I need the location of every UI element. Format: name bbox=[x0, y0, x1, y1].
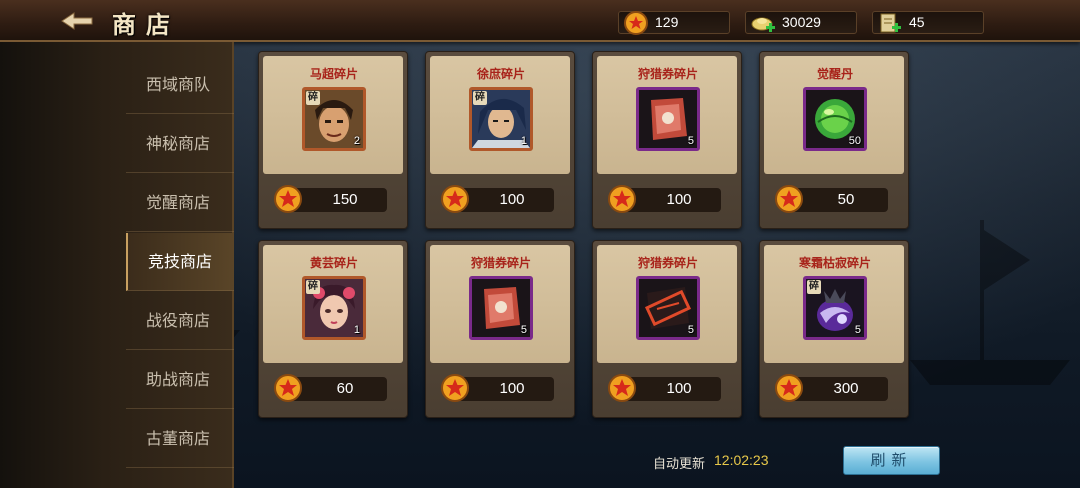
item-icon-frame: 5 bbox=[469, 276, 533, 340]
back-arrow-icon[interactable] bbox=[60, 9, 94, 33]
item-icon-frame: 5 bbox=[636, 87, 700, 151]
item-price: 300 bbox=[790, 377, 888, 401]
gold-coin-icon bbox=[441, 374, 469, 402]
gold-coin-icon bbox=[274, 185, 302, 213]
shop-item-card[interactable]: 徐庶碎片 碎 1 100 bbox=[425, 51, 575, 229]
item-icon-frame: 碎 1 bbox=[302, 276, 366, 340]
item-price: 150 bbox=[289, 188, 387, 212]
stamina-value: 45 bbox=[909, 14, 925, 30]
item-name: 寒霜枯寂碎片 bbox=[798, 256, 871, 270]
item-name: 马超碎片 bbox=[309, 67, 358, 81]
shop-item-card[interactable]: 黄芸碎片 碎 1 60 bbox=[258, 240, 408, 418]
gold-coin-icon bbox=[608, 185, 636, 213]
top-bar: 商店 129 30029 45 bbox=[0, 0, 1080, 42]
silver-resource: 30029 bbox=[745, 11, 857, 34]
item-name: 狩猎券碎片 bbox=[637, 67, 698, 81]
refresh-countdown: 12:02:23 bbox=[714, 452, 769, 468]
sidebar-item-campaign-shop[interactable]: 战役商店 bbox=[126, 292, 234, 350]
stamina-scroll-plus-icon[interactable] bbox=[877, 10, 903, 36]
shop-item-card[interactable]: 马超碎片 碎 2 150 bbox=[258, 51, 408, 229]
item-quantity: 5 bbox=[687, 135, 694, 147]
shop-item-card[interactable]: 狩猎券碎片 5 100 bbox=[592, 240, 742, 418]
gold-coin-icon bbox=[624, 11, 648, 35]
shop-item-card[interactable]: 觉醒丹 50 50 bbox=[759, 51, 909, 229]
sidebar-item-antique-shop[interactable]: 古董商店 bbox=[126, 410, 234, 468]
ship-silhouette-right-icon bbox=[910, 220, 1070, 385]
refresh-button[interactable]: 刷新 bbox=[843, 446, 940, 475]
item-price: 100 bbox=[623, 377, 721, 401]
item-icon-frame: 碎 1 bbox=[469, 87, 533, 151]
gold-coin-icon bbox=[608, 374, 636, 402]
item-icon-frame: 5 bbox=[636, 276, 700, 340]
item-quantity: 5 bbox=[687, 324, 694, 336]
sidebar-item-western-caravan[interactable]: 西域商队 bbox=[126, 56, 234, 114]
silver-value: 30029 bbox=[782, 14, 821, 30]
item-price: 60 bbox=[289, 377, 387, 401]
item-name: 黄芸碎片 bbox=[309, 256, 358, 270]
item-quantity: 1 bbox=[520, 135, 527, 147]
fragment-tag: 碎 bbox=[473, 91, 487, 105]
item-icon-frame: 碎 2 bbox=[302, 87, 366, 151]
item-price: 50 bbox=[790, 188, 888, 212]
item-name: 狩猎券碎片 bbox=[637, 256, 698, 270]
gold-coin-icon bbox=[775, 185, 803, 213]
item-quantity: 5 bbox=[520, 324, 527, 336]
item-quantity: 1 bbox=[353, 324, 360, 336]
gold-resource: 129 bbox=[618, 11, 730, 35]
shop-item-card[interactable]: 狩猎券碎片 5 100 bbox=[592, 51, 742, 229]
sidebar-item-support-shop[interactable]: 助战商店 bbox=[126, 351, 234, 409]
sidebar-item-mystery-shop[interactable]: 神秘商店 bbox=[126, 115, 234, 173]
item-price: 100 bbox=[456, 377, 554, 401]
gold-coin-icon bbox=[775, 374, 803, 402]
fragment-tag: 碎 bbox=[306, 91, 320, 105]
gold-coin-icon bbox=[274, 374, 302, 402]
sidebar-item-arena-shop[interactable]: 竞技商店 bbox=[126, 233, 234, 291]
gold-coin-icon bbox=[441, 185, 469, 213]
item-quantity: 5 bbox=[854, 324, 861, 336]
item-quantity: 2 bbox=[353, 135, 360, 147]
item-name: 狩猎券碎片 bbox=[470, 256, 531, 270]
item-icon-frame: 50 bbox=[803, 87, 867, 151]
item-name: 觉醒丹 bbox=[816, 67, 853, 81]
item-price: 100 bbox=[623, 188, 721, 212]
fragment-tag: 碎 bbox=[807, 280, 821, 294]
item-price: 100 bbox=[456, 188, 554, 212]
item-icon-frame: 碎 5 bbox=[803, 276, 867, 340]
shop-item-card[interactable]: 狩猎券碎片 5 100 bbox=[425, 240, 575, 418]
stamina-resource: 45 bbox=[872, 11, 984, 34]
sidebar-item-awakening-shop[interactable]: 觉醒商店 bbox=[126, 174, 234, 232]
auto-refresh-label: 自动更新 bbox=[653, 457, 706, 472]
gold-value: 129 bbox=[655, 14, 679, 30]
fragment-tag: 碎 bbox=[306, 280, 320, 294]
item-quantity: 50 bbox=[848, 135, 861, 147]
page-title: 商店 bbox=[112, 10, 180, 39]
shop-item-card[interactable]: 寒霜枯寂碎片 碎 5 300 bbox=[759, 240, 909, 418]
silver-ingot-plus-icon[interactable] bbox=[750, 10, 776, 36]
item-name: 徐庶碎片 bbox=[476, 67, 525, 81]
